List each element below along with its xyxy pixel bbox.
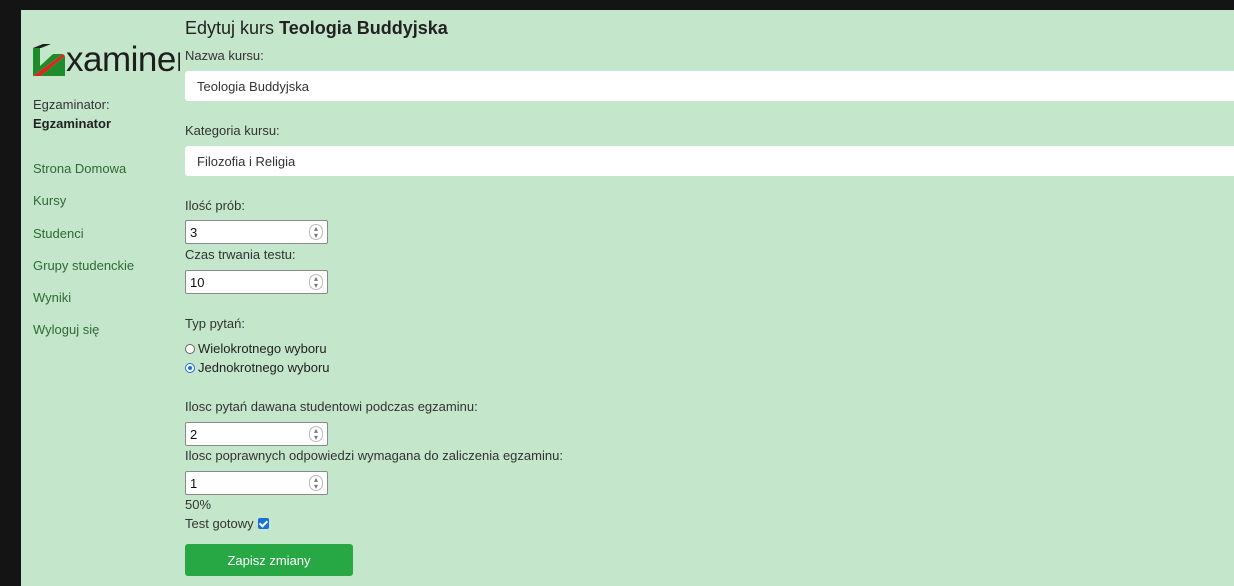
attempts-label: Ilość prób: (185, 198, 245, 213)
test-ready-label: Test gotowy (185, 516, 254, 531)
questions-count-stepper-icon[interactable]: ▴ ▾ (309, 426, 323, 442)
page-title-prefix: Edytuj kurs (185, 18, 275, 38)
attempts-value: 3 (190, 224, 198, 240)
page-title-course: Teologia Buddyjska (279, 18, 448, 38)
save-changes-button[interactable]: Zapisz zmiany (185, 544, 353, 576)
category-input[interactable]: Filozofia i Religia (185, 146, 1234, 176)
course-name-value: Teologia Buddyjska (197, 78, 310, 94)
radio-single-choice-label: Jednokrotnego wyboru (198, 360, 330, 375)
examiner-logo-icon (33, 44, 65, 76)
radio-single-choice[interactable]: Jednokrotnego wyboru (185, 360, 330, 375)
pass-count-value: 1 (190, 475, 198, 491)
pass-count-input[interactable]: 1 ▴ ▾ (185, 471, 328, 495)
test-ready-row: Test gotowy (185, 516, 269, 531)
course-name-input[interactable]: Teologia Buddyjska (185, 71, 1234, 101)
duration-input[interactable]: 10 ▴ ▾ (185, 270, 328, 294)
questions-count-input[interactable]: 2 ▴ ▾ (185, 422, 328, 446)
duration-label: Czas trwania testu: (185, 247, 296, 262)
nav-link-student-groups[interactable]: Grupy studenckie (33, 258, 134, 273)
pass-percent: 50% (185, 497, 212, 512)
pass-count-stepper-icon[interactable]: ▴ ▾ (309, 475, 323, 491)
nav-link-students[interactable]: Studenci (33, 226, 84, 241)
radio-multiple-choice[interactable]: Wielokrotnego wyboru (185, 341, 327, 356)
test-ready-checkbox[interactable] (257, 518, 269, 530)
pass-count-label: Ilosc poprawnych odpowiedzi wymagana do … (185, 448, 563, 463)
sidebar: xaminer Egzaminator: Egzaminator Strona … (21, 10, 187, 586)
attempts-stepper-icon[interactable]: ▴ ▾ (309, 224, 323, 240)
main-content: Edytuj kurs Teologia Buddyjska Nazwa kur… (180, 10, 1234, 586)
app-frame: xaminer Egzaminator: Egzaminator Strona … (21, 10, 1234, 586)
nav-link-courses[interactable]: Kursy (33, 193, 66, 208)
duration-stepper-icon[interactable]: ▴ ▾ (309, 274, 323, 290)
nav-link-home[interactable]: Strona Domowa (33, 161, 126, 176)
questions-count-label: Ilosc pytań dawana studentowi podczas eg… (185, 399, 478, 414)
nav-link-logout[interactable]: Wyloguj się (33, 322, 99, 337)
page-title: Edytuj kurs Teologia Buddyjska (185, 18, 448, 39)
nav-link-results[interactable]: Wyniki (33, 290, 71, 305)
radio-checked-icon[interactable] (185, 362, 195, 373)
course-name-label: Nazwa kursu: (185, 48, 264, 63)
radio-multiple-choice-label: Wielokrotnego wyboru (198, 341, 327, 356)
user-role-label: Egzaminator: (33, 97, 110, 112)
question-type-label: Typ pytań: (185, 316, 245, 331)
duration-value: 10 (190, 274, 205, 290)
logo: xaminer (33, 36, 187, 79)
user-name: Egzaminator (33, 116, 112, 131)
category-label: Kategoria kursu: (185, 123, 280, 138)
attempts-input[interactable]: 3 ▴ ▾ (185, 220, 328, 244)
questions-count-value: 2 (190, 426, 198, 442)
radio-unchecked-icon[interactable] (185, 343, 195, 354)
category-value: Filozofia i Religia (197, 153, 296, 169)
logo-text: xaminer (66, 40, 187, 79)
